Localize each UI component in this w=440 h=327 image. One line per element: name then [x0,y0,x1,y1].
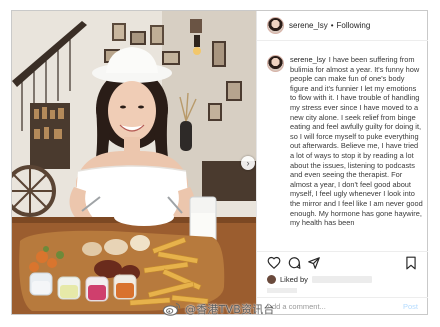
caption-username[interactable]: serene_lsy [290,55,326,64]
comment-icon[interactable] [287,256,301,270]
header-separator: • [330,21,334,30]
weibo-icon [162,303,181,316]
caption-text: serene_lsy I have been suffering from bul… [290,55,424,251]
caption-body: I have been suffering from bulimia for a… [290,55,423,228]
liked-by-label: Liked by [280,274,308,284]
post-side-panel: serene_lsy • Following serene_lsy I have … [256,11,428,314]
comment-bar: Add a comment... Post [257,297,428,314]
follow-status-button[interactable]: Following [337,21,371,30]
action-bar [257,251,428,273]
watermark-text: @香港TVB资讯台 [185,303,275,316]
post-photo: › [12,11,256,314]
header-username[interactable]: serene_lsy [289,21,328,30]
liker-avatar[interactable] [267,274,276,284]
redacted-likers [311,275,372,283]
next-photo-button[interactable]: › [241,156,255,170]
caption-avatar[interactable] [267,55,284,72]
likes-row: Liked by [267,273,372,285]
watermark: @香港TVB资讯台 [162,301,275,317]
share-icon[interactable] [307,256,321,270]
instagram-post-frame: › serene_lsy • Following serene_lsy I hav… [11,10,428,315]
redacted-post-date [267,288,297,293]
caption-block: serene_lsy I have been suffering from bul… [267,55,425,251]
chevron-right-icon: › [246,157,250,168]
post-header: serene_lsy • Following [257,11,428,41]
post-comment-button[interactable]: Post [403,302,418,311]
bookmark-icon[interactable] [404,256,418,270]
avatar[interactable] [267,17,284,34]
heart-icon[interactable] [267,256,281,270]
comment-input[interactable]: Add a comment... [267,302,326,311]
photo-illustration [12,11,256,314]
